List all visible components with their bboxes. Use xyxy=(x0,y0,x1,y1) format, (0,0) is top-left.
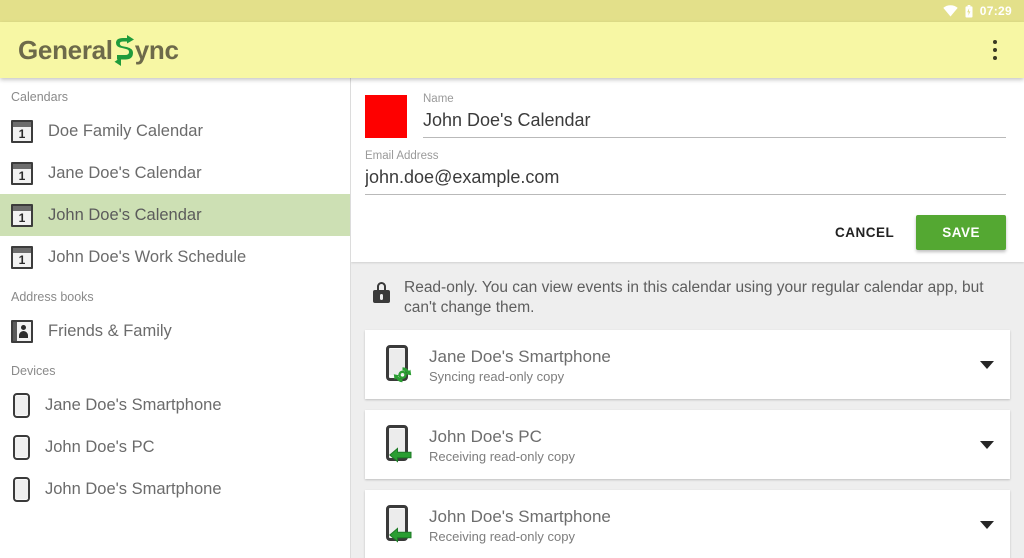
calendar-icon-day: 1 xyxy=(18,211,26,225)
phone-icon xyxy=(13,476,30,502)
calendar-icon: 1 xyxy=(11,119,33,143)
overflow-menu-icon[interactable] xyxy=(980,30,1010,70)
sidebar-item-john-does-calendar[interactable]: 1 John Doe's Calendar xyxy=(0,194,350,236)
read-only-notice-text: Read-only. You can view events in this c… xyxy=(404,279,984,316)
color-swatch[interactable] xyxy=(365,95,407,138)
phone-receive-icon xyxy=(384,504,414,545)
email-field-group: Email Address xyxy=(365,149,1006,195)
device-name: John Doe's PC xyxy=(429,426,542,446)
sidebar-item-label: John Doe's Smartphone xyxy=(45,479,222,498)
sidebar-section-calendars-label: Calendars xyxy=(11,90,68,104)
calendar-editor-card: Name Email Address CANCEL SAVE xyxy=(351,78,1024,262)
main-panel: Name Email Address CANCEL SAVE Read-only… xyxy=(351,78,1024,558)
chevron-down-icon[interactable] xyxy=(980,360,994,369)
device-status: Receiving read-only copy xyxy=(429,448,575,464)
name-input[interactable] xyxy=(423,106,1006,138)
sidebar-item-john-does-pc[interactable]: John Doe's PC xyxy=(0,426,350,468)
chevron-down-icon[interactable] xyxy=(980,520,994,529)
content-area: Calendars 1 Doe Family Calendar 1 Jane D… xyxy=(0,78,1024,558)
device-text: John Doe's PC Receiving read-only copy xyxy=(429,426,980,464)
calendar-icon: 1 xyxy=(11,245,33,269)
sidebar-item-label: Jane Doe's Smartphone xyxy=(45,395,222,414)
calendar-icon-day: 1 xyxy=(18,169,26,183)
sidebar-item-label: Doe Family Calendar xyxy=(48,121,203,140)
cancel-button[interactable]: CANCEL xyxy=(819,215,910,250)
sidebar: Calendars 1 Doe Family Calendar 1 Jane D… xyxy=(0,78,351,558)
overflow-dot xyxy=(993,48,997,52)
address-book-icon xyxy=(11,319,33,343)
status-bar-time: 07:29 xyxy=(979,4,1012,18)
device-text: Jane Doe's Smartphone Syncing read-only … xyxy=(429,346,980,384)
save-button[interactable]: SAVE xyxy=(916,215,1006,250)
calendar-icon: 1 xyxy=(11,161,33,185)
device-status: Receiving read-only copy xyxy=(429,528,575,544)
name-field-label: Name xyxy=(423,93,454,105)
phone-icon xyxy=(13,434,30,460)
sidebar-item-label: John Doe's Calendar xyxy=(48,205,202,224)
sidebar-item-john-does-smartphone[interactable]: John Doe's Smartphone xyxy=(0,468,350,510)
phone-receive-icon xyxy=(384,424,414,465)
device-list: Jane Doe's Smartphone Syncing read-only … xyxy=(351,330,1024,558)
calendar-icon-day: 1 xyxy=(18,253,26,267)
device-name: John Doe's Smartphone xyxy=(429,506,611,526)
wifi-icon xyxy=(943,5,958,17)
calendar-icon-day: 1 xyxy=(18,127,26,141)
logo-text-ync: ync xyxy=(134,34,179,65)
sidebar-section-address-books-label: Address books xyxy=(11,290,94,304)
sidebar-item-jane-does-smartphone[interactable]: Jane Doe's Smartphone xyxy=(0,384,350,426)
device-card-jane-does-smartphone[interactable]: Jane Doe's Smartphone Syncing read-only … xyxy=(365,330,1010,399)
device-text: John Doe's Smartphone Receiving read-onl… xyxy=(429,506,980,544)
sidebar-item-friends-and-family[interactable]: Friends & Family xyxy=(0,310,350,352)
name-row: Name xyxy=(365,92,1006,138)
sidebar-item-john-does-work-schedule[interactable]: 1 John Doe's Work Schedule xyxy=(0,236,350,278)
phone-icon xyxy=(13,392,30,418)
email-field-label: Email Address xyxy=(365,150,439,162)
editor-actions: CANCEL SAVE xyxy=(365,215,1006,250)
sidebar-item-label: Friends & Family xyxy=(48,321,172,340)
phone-sync-icon xyxy=(384,344,414,385)
device-status: Syncing read-only copy xyxy=(429,368,565,384)
logo-sync-glyph xyxy=(113,35,135,66)
read-only-notice: Read-only. You can view events in this c… xyxy=(351,262,1024,330)
sidebar-section-devices-label: Devices xyxy=(11,364,56,378)
sidebar-item-jane-does-calendar[interactable]: 1 Jane Doe's Calendar xyxy=(0,152,350,194)
overflow-dot xyxy=(993,40,997,44)
name-field-group: Name xyxy=(423,92,1006,138)
device-card-john-does-smartphone[interactable]: John Doe's Smartphone Receiving read-onl… xyxy=(365,490,1010,558)
calendar-icon: 1 xyxy=(11,203,33,227)
device-card-john-does-pc[interactable]: John Doe's PC Receiving read-only copy xyxy=(365,410,1010,479)
chevron-down-icon[interactable] xyxy=(980,440,994,449)
sidebar-item-label: John Doe's Work Schedule xyxy=(48,247,247,266)
sidebar-item-label: Jane Doe's Calendar xyxy=(48,163,202,182)
overflow-dot xyxy=(993,56,997,60)
email-input[interactable] xyxy=(365,163,1006,195)
battery-icon xyxy=(965,4,973,18)
app-bar: General ync xyxy=(0,22,1024,78)
app-logo: General ync xyxy=(18,35,179,66)
sidebar-item-doe-family-calendar[interactable]: 1 Doe Family Calendar xyxy=(0,110,350,152)
lock-icon xyxy=(373,282,390,303)
sidebar-item-label: John Doe's PC xyxy=(45,437,155,456)
logo-text-general: General xyxy=(18,34,113,65)
status-bar: 07:29 xyxy=(0,0,1024,22)
device-name: Jane Doe's Smartphone xyxy=(429,346,611,366)
